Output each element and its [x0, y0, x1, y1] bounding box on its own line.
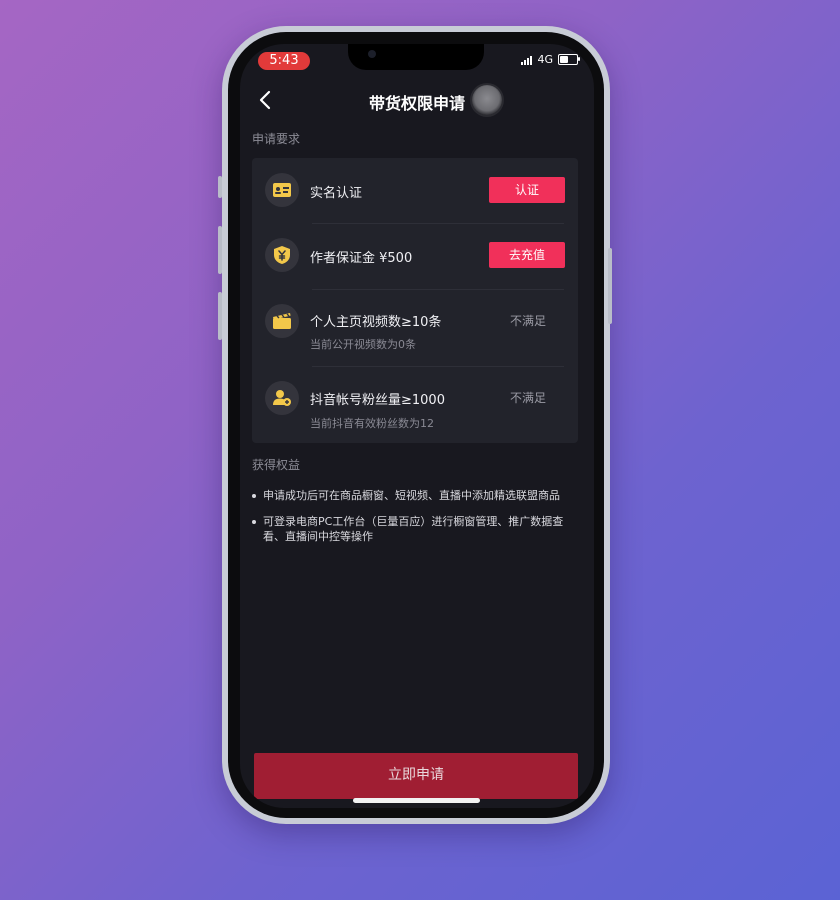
verify-button[interactable]: 认证	[489, 177, 565, 203]
battery-icon	[558, 54, 580, 65]
benefit-item: 申请成功后可在商品橱窗、短视频、直播中添加精选联盟商品	[252, 488, 582, 503]
apply-now-button[interactable]: 立即申请	[254, 753, 578, 799]
requirement-title: 抖音帐号粉丝量≥1000	[310, 393, 445, 408]
requirement-title: 个人主页视频数≥10条	[310, 315, 442, 330]
recharge-button[interactable]: 去充值	[489, 242, 565, 268]
requirement-subtitle: 当前抖音有效粉丝数为12	[310, 417, 434, 430]
nav-header: 带货权限申请	[240, 85, 594, 116]
requirement-row-deposit: 作者保证金 ¥500 去充值	[252, 224, 578, 289]
notch	[348, 44, 484, 70]
requirements-card: 实名认证 认证 作者保证金 ¥500 去充值 个人主页视频数≥10条 当前公开视…	[252, 158, 578, 443]
requirement-subtitle: 当前公开视频数为0条	[310, 338, 416, 351]
benefit-text: 可登录电商PC工作台（巨量百应）进行橱窗管理、推广数据查看、直播间中控等操作	[263, 515, 564, 543]
requirement-title: 实名认证	[310, 186, 363, 201]
clapperboard-icon	[265, 304, 299, 338]
requirement-row-fans: 抖音帐号粉丝量≥1000 当前抖音有效粉丝数为12 不满足	[252, 367, 578, 443]
bullet-icon	[252, 494, 256, 498]
yuan-shield-icon	[265, 238, 299, 272]
volume-down-button	[218, 292, 222, 340]
fans-icon	[265, 381, 299, 415]
status-time: 5:43	[258, 52, 310, 70]
benefit-text: 申请成功后可在商品橱窗、短视频、直播中添加精选联盟商品	[263, 489, 560, 502]
status-indicators: 4G	[521, 53, 580, 66]
benefit-item: 可登录电商PC工作台（巨量百应）进行橱窗管理、推广数据查看、直播间中控等操作	[252, 514, 582, 544]
requirement-title: 作者保证金 ¥500	[310, 251, 413, 266]
bullet-icon	[252, 520, 256, 524]
volume-up-button	[218, 226, 222, 274]
id-card-icon	[265, 173, 299, 207]
front-camera	[368, 50, 376, 58]
floating-circle-button[interactable]	[472, 85, 502, 115]
home-indicator	[353, 798, 480, 803]
power-button	[608, 248, 612, 324]
benefits-label: 获得权益	[252, 458, 301, 472]
requirement-row-realname: 实名认证 认证	[252, 158, 578, 223]
page-title: 带货权限申请	[368, 94, 465, 113]
signal-icon	[521, 55, 533, 65]
unmet-status: 不满足	[510, 391, 547, 405]
app-screen: 5:43 4G 带货权限申请 申请要求 实名认证 认证 作者保证金 ¥500 去…	[240, 44, 594, 808]
network-label: 4G	[537, 53, 553, 66]
requirements-label: 申请要求	[252, 132, 301, 146]
requirement-row-videos: 个人主页视频数≥10条 当前公开视频数为0条 不满足	[252, 290, 578, 366]
unmet-status: 不满足	[510, 314, 547, 328]
silent-switch	[218, 176, 222, 198]
